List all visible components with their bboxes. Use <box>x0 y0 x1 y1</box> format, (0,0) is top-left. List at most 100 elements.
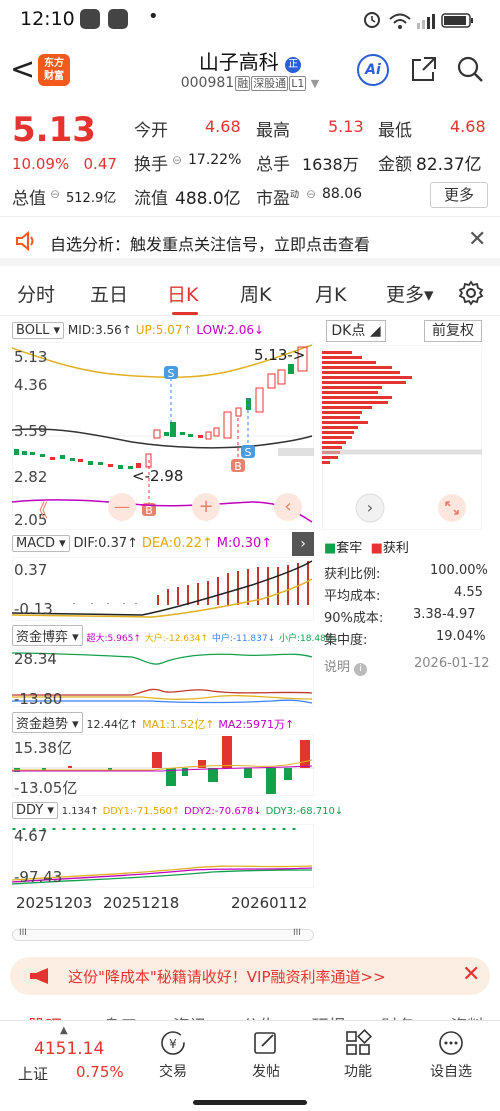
speaker-icon <box>16 231 34 251</box>
app-notification-icon <box>80 9 100 29</box>
dk-point-tab[interactable]: DK点 ◢ <box>326 320 386 342</box>
x-date: 20251218 <box>103 894 180 912</box>
tab-weekly-k[interactable]: 周K <box>240 280 271 307</box>
y-label: 5.13 <box>14 348 48 366</box>
concentration-label: 集中度: <box>324 633 368 648</box>
more-button[interactable]: 更多 <box>430 182 488 208</box>
info-icon[interactable]: ⊖ <box>306 187 316 201</box>
fund-trend-y-top: 15.38亿 <box>14 739 72 757</box>
expand-arrow-icon[interactable]: › <box>292 532 314 556</box>
index-change: 0.75% <box>76 1063 124 1081</box>
functions-button[interactable]: 功能 <box>328 1029 388 1081</box>
chip-distribution-chart[interactable]: › <box>322 345 482 530</box>
market-cap-value: 512.9亿 <box>66 191 117 206</box>
adjusted-price-tab[interactable]: 前复权 <box>424 320 482 342</box>
ddy-select[interactable]: DDY ▾ <box>12 802 58 819</box>
promo-banner[interactable]: 这份"降成本"秘籍请收好！VIP融资利率通道>> ✕ <box>10 957 490 995</box>
period-tabs: 分时 五日 日K 周K 月K 更多▾ <box>0 270 500 316</box>
post-button[interactable]: 发帖 <box>236 1029 296 1081</box>
back-step-button[interactable]: ‹ <box>274 493 302 521</box>
macd-select[interactable]: MACD ▾ <box>12 535 70 552</box>
info-icon[interactable]: ⊖ <box>172 153 182 167</box>
current-price: 5.13 <box>12 110 96 150</box>
chart-scrollbar[interactable]: III III <box>12 928 314 941</box>
macd-chart[interactable] <box>12 557 314 621</box>
ddy-y-bottom: -97.43 <box>14 868 63 886</box>
kline-chart[interactable]: S S B B <box>12 342 314 530</box>
alert-text: 自选分析：触发重点关注信号，立即点击查看 <box>50 235 371 254</box>
rewind-icon[interactable]: 《 <box>30 497 48 523</box>
profit-ratio-value: 100.00% <box>430 563 488 578</box>
gear-icon[interactable] <box>458 280 484 306</box>
low-price-marker: <-2.98 <box>132 467 184 485</box>
banner-text: 这份"降成本"秘籍请收好！VIP融资利率通道>> <box>68 968 386 986</box>
status-bar: 12:10 • <box>0 0 500 38</box>
sell-marker-label: S <box>168 367 175 380</box>
float-cap-value: 488.0亿 <box>175 189 241 209</box>
grid-icon <box>346 1029 372 1055</box>
tab-daily-k[interactable]: 日K <box>167 280 198 307</box>
sell-marker-label: S <box>245 446 252 459</box>
svg-text:¥: ¥ <box>169 1037 177 1051</box>
open-value: 4.68 <box>205 117 241 136</box>
boll-mid: MID:3.56↑ <box>67 323 132 337</box>
fund-trend-y-bottom: -13.05亿 <box>14 779 78 797</box>
y-label: 4.36 <box>14 376 48 394</box>
fund-trend-select[interactable]: 资金趋势 ▾ <box>12 712 83 733</box>
info-icon[interactable]: ⊖ <box>50 187 60 201</box>
megaphone-icon <box>30 968 48 984</box>
pe-value: 88.06 <box>322 186 363 202</box>
x-date: 20260112 <box>231 894 308 912</box>
tab-more[interactable]: 更多▾ <box>386 280 434 307</box>
y-label: 2.82 <box>14 468 48 486</box>
high-price-marker: 5.13-> <box>254 346 306 364</box>
status-time: 12:10 <box>20 8 75 30</box>
caret-up-icon: ▲ <box>60 1025 68 1036</box>
volume-label: 总手 <box>256 155 290 175</box>
trade-button[interactable]: ¥ 交易 <box>143 1029 203 1081</box>
fund-game-y-bottom: -13.80 <box>14 690 63 708</box>
amount-value: 82.37亿 <box>416 155 482 175</box>
app-notification-icon <box>108 9 128 29</box>
turnover-label: 换手 <box>134 155 168 175</box>
status-dot: • <box>148 6 159 27</box>
tab-intraday[interactable]: 分时 <box>17 280 55 307</box>
share-icon[interactable] <box>410 55 438 83</box>
macd-header: MACD ▾ DIF:0.37↑ DEA:0.22↑ M:0.30↑ <box>12 535 272 552</box>
quote-panel: 5.13 10.09% 0.47 今开 4.68 最高 5.13 最低 4.68… <box>0 100 500 212</box>
ddy-y-top: 4.67 <box>14 827 48 845</box>
pe-label: 市盈动 <box>256 189 300 209</box>
note-link[interactable]: 说明 i <box>324 656 368 676</box>
index-name: 上证 <box>18 1065 49 1083</box>
y-label: 3.59 <box>14 422 48 440</box>
alert-bar[interactable]: 自选分析：触发重点关注信号，立即点击查看 ✕ <box>0 216 500 266</box>
float-cap-label: 流值 <box>134 189 168 209</box>
add-watchlist-button[interactable]: 设自选 <box>421 1029 481 1081</box>
boll-up: UP:5.07↑ <box>135 323 193 337</box>
home-indicator[interactable] <box>193 1100 307 1105</box>
fund-game-select[interactable]: 资金博弈 ▾ <box>12 625 83 646</box>
macd-y-bottom: -0.13 <box>14 600 53 618</box>
cost-90-label: 90%成本: <box>324 611 384 626</box>
tab-monthly-k[interactable]: 月K <box>315 280 346 307</box>
ai-button[interactable]: Ai <box>357 54 389 86</box>
indicator-select[interactable]: BOLL ▾ <box>12 322 65 339</box>
kline-header: BOLL ▾ MID:3.56↑ UP:5.07↑ LOW:2.06↓ <box>12 322 264 339</box>
search-icon[interactable] <box>456 55 484 83</box>
cost-90-value: 3.38-4.97 <box>413 607 476 622</box>
bottom-bar: ▲ 4151.14 上证 0.75% ¥ 交易 发帖 功能 设自选 <box>0 1020 500 1088</box>
expand-icon[interactable] <box>438 494 466 522</box>
open-label: 今开 <box>134 121 168 141</box>
avg-cost-value: 4.55 <box>454 585 483 600</box>
margin-tag: 融 <box>235 76 251 91</box>
market-cap-label: 总值 <box>12 189 46 209</box>
tab-five-day[interactable]: 五日 <box>90 280 128 307</box>
dropdown-icon[interactable]: ▼ <box>311 77 319 90</box>
zoom-out-button[interactable]: — <box>108 493 136 521</box>
price-change: 10.09% 0.47 <box>12 155 117 173</box>
index-value[interactable]: 4151.14 <box>34 1039 104 1059</box>
close-icon[interactable]: ✕ <box>468 227 486 252</box>
close-icon[interactable]: ✕ <box>462 962 480 987</box>
low-label: 最低 <box>378 121 412 141</box>
zoom-in-button[interactable]: + <box>192 493 220 521</box>
